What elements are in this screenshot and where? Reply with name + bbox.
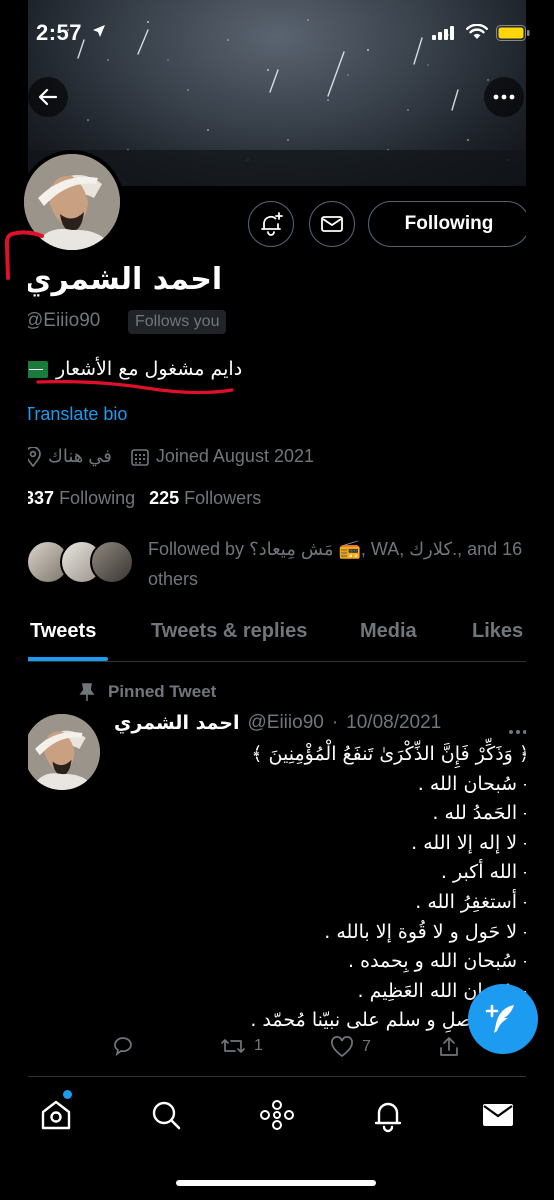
more-options-button[interactable] bbox=[484, 77, 524, 117]
envelope-icon bbox=[321, 216, 343, 232]
heart-icon bbox=[331, 1036, 353, 1058]
like-count: 7 bbox=[362, 1038, 371, 1055]
following-count: 337 bbox=[24, 488, 55, 508]
notifications-toggle-button[interactable] bbox=[248, 201, 294, 247]
compose-feather-icon bbox=[485, 1004, 514, 1033]
mail-icon[interactable] bbox=[480, 1097, 516, 1133]
share-icon bbox=[440, 1037, 458, 1056]
profile-handle: @Eiiio90 bbox=[24, 310, 101, 331]
profile-name: احمد الشمري bbox=[24, 262, 223, 297]
tweet-date: 10/08/2021 bbox=[346, 712, 442, 733]
bell-icon[interactable] bbox=[370, 1097, 406, 1133]
followers-count: 225 bbox=[149, 488, 180, 508]
tweet-line: - الله أكبر . bbox=[440, 861, 530, 884]
back-button[interactable] bbox=[28, 77, 68, 117]
compose-tweet-button[interactable] bbox=[468, 984, 538, 1054]
home-notification-dot bbox=[63, 1090, 72, 1099]
active-tab-indicator bbox=[24, 657, 108, 661]
following-button[interactable]: Following bbox=[368, 201, 530, 247]
avatar bbox=[90, 540, 134, 584]
following-stat-label: Following bbox=[59, 488, 136, 508]
tweet-line: ﴿ وَذَكِّرْ فَإِنَّ الذِّكْرَىٰ تَنفَعُ … bbox=[251, 743, 530, 765]
tweet-author-avatar[interactable] bbox=[24, 714, 100, 790]
followed-by-text[interactable]: Followed by مَش مِيعاد؟ 📻, WA, كلارك., a… bbox=[148, 534, 528, 594]
tweet-line: - أستغفِرُ الله . bbox=[415, 890, 530, 913]
tweet-separator: · bbox=[331, 712, 339, 733]
home-icon[interactable] bbox=[38, 1097, 74, 1133]
tab-tweets[interactable]: Tweets bbox=[30, 620, 96, 643]
reply-button[interactable] bbox=[112, 1036, 142, 1056]
red-annotation-mark bbox=[4, 230, 44, 280]
search-icon[interactable] bbox=[148, 1097, 184, 1133]
battery-icon bbox=[496, 25, 530, 41]
profile-meta: في هناك Joined August 2021 bbox=[24, 446, 332, 467]
translate-bio-link[interactable]: Translate bio bbox=[24, 404, 127, 425]
following-stat[interactable]: 337 Following bbox=[24, 488, 135, 509]
tweet-line: - سُبحان الله العَظِيم . bbox=[357, 979, 530, 1002]
tweet-line: - الحَمدُ لله . bbox=[432, 802, 530, 825]
followers-stat[interactable]: 225 Followers bbox=[149, 488, 261, 509]
tweet-author-handle: @Eiiio90 bbox=[247, 712, 324, 733]
more-horizontal-icon bbox=[493, 94, 515, 100]
retweet-count: 1 bbox=[254, 1037, 263, 1054]
pin-icon bbox=[79, 683, 95, 701]
tab-likes[interactable]: Likes bbox=[472, 620, 523, 643]
home-indicator-bar[interactable] bbox=[176, 1180, 376, 1186]
tweet-author-name[interactable]: احمد الشمري bbox=[114, 712, 240, 734]
location-arrow-icon bbox=[93, 25, 105, 37]
tweet-line: - سُبحان الله . bbox=[417, 772, 530, 795]
reply-icon bbox=[114, 1037, 132, 1056]
wifi-icon bbox=[466, 24, 488, 39]
bell-plus-icon bbox=[261, 212, 283, 236]
tweet-text: ﴿ وَذَكِّرْ فَإِنَّ الذِّكْرَىٰ تَنفَعُ … bbox=[120, 740, 530, 1036]
tab-media[interactable]: Media bbox=[360, 620, 417, 643]
joined-item: Joined August 2021 bbox=[130, 446, 314, 467]
tweet-line: - لا حَول و لا قُوة إلا بالله . bbox=[324, 920, 530, 943]
retweet-icon bbox=[221, 1039, 245, 1053]
message-button[interactable] bbox=[309, 201, 355, 247]
arrow-left-icon bbox=[38, 88, 58, 106]
tweet-header: احمد الشمري @Eiiio90 · 10/08/2021 bbox=[114, 712, 441, 734]
tweet-line: - لا إله إلا الله . bbox=[411, 831, 530, 854]
follow-stats: 337 Following 225 Followers bbox=[24, 488, 261, 509]
status-bar: 2:57 bbox=[0, 0, 554, 64]
location-item: في هناك bbox=[24, 446, 112, 467]
cellular-signal-icon bbox=[432, 26, 454, 40]
tab-tweets-replies[interactable]: Tweets & replies bbox=[151, 620, 307, 643]
spaces-icon[interactable] bbox=[258, 1097, 296, 1133]
location-text: في هناك bbox=[48, 446, 112, 466]
pinned-tweet-label: Pinned Tweet bbox=[108, 682, 217, 701]
like-button[interactable]: 7 bbox=[330, 1036, 371, 1058]
status-time: 2:57 bbox=[36, 20, 83, 45]
share-button[interactable] bbox=[438, 1036, 460, 1058]
joined-text: Joined August 2021 bbox=[155, 446, 314, 466]
tweet-actions: 1 7 bbox=[112, 1036, 472, 1066]
tweet-line: - سُبحان الله و بِحمده . bbox=[348, 950, 530, 973]
red-underline-annotation bbox=[36, 380, 234, 395]
followers-stat-label: Followers bbox=[184, 488, 262, 508]
calendar-icon bbox=[131, 448, 149, 466]
retweet-button[interactable]: 1 bbox=[220, 1036, 263, 1056]
tweet-more-button[interactable] bbox=[508, 718, 528, 741]
profile-tabs: Tweets Tweets & replies Media Likes bbox=[0, 612, 554, 662]
followed-by-avatars[interactable] bbox=[26, 540, 136, 586]
pinned-label: Pinned Tweet bbox=[78, 682, 216, 702]
follows-you-badge: Follows you bbox=[128, 310, 227, 334]
more-horizontal-icon bbox=[509, 730, 527, 734]
